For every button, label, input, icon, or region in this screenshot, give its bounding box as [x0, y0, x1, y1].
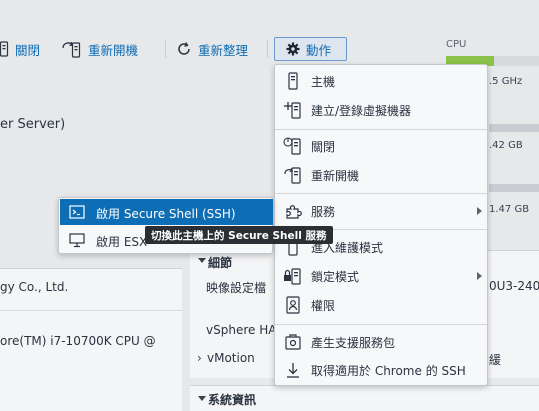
- cpu-usage-bar-remaining: [494, 56, 539, 66]
- reboot-button[interactable]: 重新開機: [60, 38, 138, 60]
- menu-separator: [275, 193, 487, 194]
- menu-item-label: 取得適用於 Chrome 的 SSH: [311, 364, 466, 378]
- collapse-arrow-icon[interactable]: [198, 396, 206, 401]
- menu-item-label: 服務: [311, 205, 336, 219]
- monitor-icon: [69, 233, 85, 248]
- host-icon: [288, 72, 298, 90]
- toolbar-divider: [165, 40, 166, 58]
- row-divider: [0, 310, 182, 311]
- memory-value: .42 GB: [489, 140, 523, 151]
- menu-item-lockdown-mode[interactable]: 鎖定模式: [275, 263, 487, 289]
- menu-item-label: 鎖定模式: [311, 270, 360, 284]
- memory-usage-bar: [489, 124, 539, 132]
- lock-icon: [284, 268, 301, 285]
- menu-separator: [275, 129, 487, 130]
- terminal-icon: [69, 205, 85, 219]
- menu-item-label: 建立/登錄虛擬機器: [311, 104, 412, 118]
- image-profile-label: 映像設定檔: [206, 281, 267, 295]
- submenu-arrow-icon: [477, 272, 482, 280]
- menu-item-label: 權限: [311, 299, 336, 313]
- menu-item-get-ssh-for-chrome[interactable]: 取得適用於 Chrome 的 SSH: [275, 357, 487, 383]
- toolbar-divider: [267, 40, 268, 58]
- menu-item-label: 重新開機: [311, 169, 360, 183]
- actions-menu: 主機 建立/登錄虛擬機器 關閉 重新開機 服務 進入維護模式 鎖定模式 權限 產…: [274, 64, 488, 386]
- gear-icon: [286, 42, 300, 56]
- cpu-label: CPU: [446, 39, 467, 50]
- reboot-icon: [62, 41, 81, 58]
- refresh-button[interactable]: 重新整理: [176, 38, 248, 60]
- expand-arrow-icon[interactable]: ›: [197, 351, 202, 365]
- menu-item-label: 主機: [311, 75, 336, 89]
- menu-item-host[interactable]: 主機: [275, 68, 487, 94]
- image-profile-value: 0U3-240: [489, 279, 539, 293]
- add-vm-icon: [284, 102, 301, 119]
- ssh-tooltip: 切換此主機上的 Secure Shell 服務: [145, 226, 333, 244]
- actions-label: 動作: [306, 42, 332, 58]
- vendor-text: gy Co., Ltd.: [0, 280, 69, 294]
- menu-item-label: 關閉: [311, 140, 336, 154]
- refresh-label: 重新整理: [198, 42, 249, 58]
- vmotion-label[interactable]: vMotion: [207, 351, 255, 365]
- vsphere-ha-label: vSphere HA: [206, 323, 277, 337]
- menu-item-support-bundle[interactable]: 產生支援服務包: [275, 329, 487, 355]
- actions-button[interactable]: 動作: [274, 37, 347, 61]
- cpu-model-text: ore(TM) i7-10700K CPU @: [0, 334, 156, 348]
- vmotion-value: 緩: [489, 353, 502, 367]
- refresh-icon: [178, 42, 190, 55]
- menu-item-label: 產生支援服務包: [311, 336, 396, 350]
- submenu-arrow-icon: [477, 207, 482, 215]
- collapse-arrow-icon[interactable]: [198, 258, 206, 263]
- storage-value: 1.47 GB: [489, 204, 530, 215]
- download-icon: [287, 363, 299, 378]
- cpu-value: .5 GHz: [489, 76, 523, 87]
- services-icon: [286, 205, 302, 219]
- menu-item-create-register-vm[interactable]: 建立/登錄虛擬機器: [275, 97, 487, 123]
- power-off-icon: [0, 41, 9, 57]
- submenu-item-label: 啟用 Secure Shell (SSH): [96, 207, 236, 221]
- permissions-icon: [286, 296, 300, 314]
- menu-item-shutdown[interactable]: 關閉: [275, 133, 487, 159]
- submenu-item-enable-ssh[interactable]: 啟用 Secure Shell (SSH): [60, 199, 273, 225]
- server-description: er Server): [0, 117, 66, 132]
- menu-item-reboot[interactable]: 重新開機: [275, 162, 487, 188]
- support-bundle-icon: [285, 334, 301, 350]
- reboot-icon: [284, 167, 301, 184]
- details-header[interactable]: 細節: [208, 254, 232, 271]
- system-info-header[interactable]: 系統資訊: [208, 391, 256, 408]
- power-off-icon: [283, 137, 301, 155]
- reboot-label: 重新開機: [88, 42, 139, 58]
- shutdown-button[interactable]: 關閉: [0, 38, 40, 60]
- menu-item-services[interactable]: 服務: [275, 198, 487, 224]
- shutdown-label: 關閉: [15, 42, 41, 58]
- storage-usage-bar: [489, 184, 539, 192]
- submenu-item-label: 啟用 ESX: [96, 235, 148, 249]
- menu-separator: [275, 324, 487, 325]
- menu-item-permissions[interactable]: 權限: [275, 292, 487, 318]
